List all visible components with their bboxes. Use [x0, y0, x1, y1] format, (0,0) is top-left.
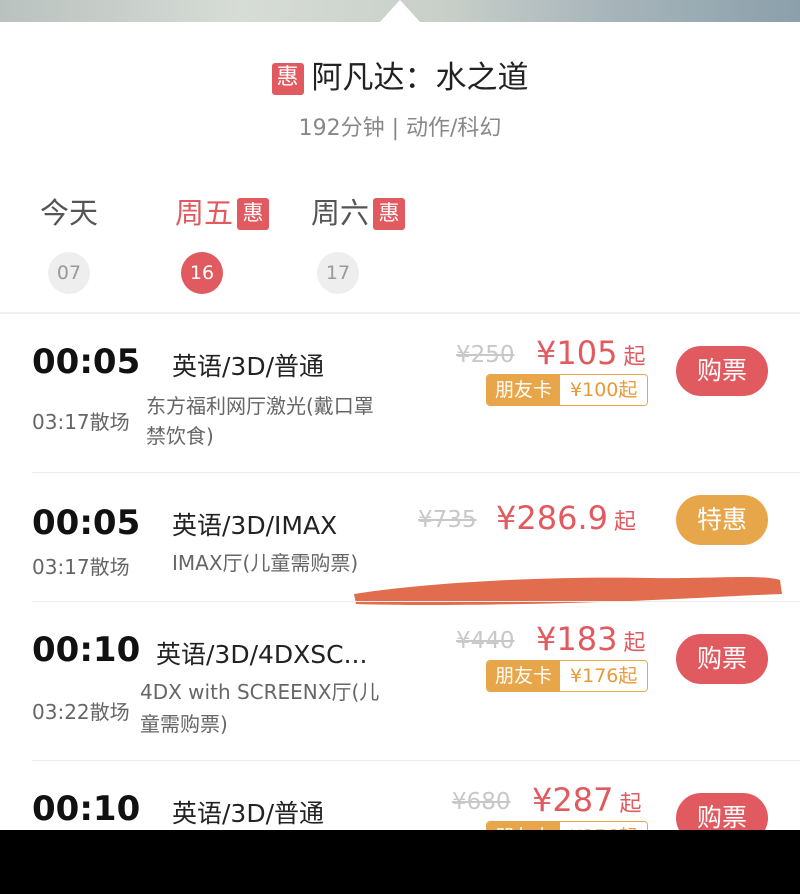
original-price: ¥680	[452, 789, 511, 815]
buy-ticket-button[interactable]: 购票	[676, 793, 768, 830]
end-time: 03:17散场	[32, 410, 130, 434]
friend-card-label: 朋友卡	[487, 375, 561, 405]
price-value: ¥286.9	[496, 499, 608, 537]
discount-badge: 惠	[237, 198, 269, 230]
friend-card-label: 朋友卡	[487, 661, 561, 691]
movie-title-text: 阿凡达：水之道	[311, 60, 529, 96]
buy-ticket-button[interactable]: 购票	[676, 634, 768, 684]
language-format: 英语/3D/普通	[172, 352, 325, 381]
hall-name-line1: 4DX with SCREENX厅(儿	[140, 680, 380, 704]
price: ¥287 起	[532, 781, 641, 819]
price-suffix: 起	[613, 510, 636, 535]
showtime-row[interactable]: 00:05 03:17散场 英语/3D/普通 东方福利网厅激光(戴口罩 禁饮食)…	[0, 314, 800, 472]
popup-notch	[380, 0, 420, 22]
friend-card-price: 朋友卡¥276起	[486, 821, 649, 830]
language-format: 英语/3D/4DXSC...	[156, 640, 368, 669]
price-suffix: 起	[623, 631, 646, 656]
date-tab-label: 周五惠	[172, 190, 272, 232]
date-tab-day: 07	[48, 252, 90, 294]
original-price: ¥440	[456, 628, 515, 654]
movie-title: 惠阿凡达：水之道	[0, 52, 800, 97]
hall-name-line2: 禁饮食)	[146, 424, 214, 448]
friend-card-value: ¥100起	[560, 375, 648, 405]
price-suffix: 起	[619, 792, 642, 817]
friend-card-price: 朋友卡 ¥100起	[486, 374, 649, 406]
start-time: 00:05	[32, 503, 141, 543]
language-format: 英语/3D/普通	[172, 799, 325, 828]
price-value: ¥287	[532, 781, 614, 819]
date-tab-day: 16	[181, 252, 223, 294]
price-suffix: 起	[623, 345, 646, 370]
friend-card-value: ¥276起	[560, 822, 648, 830]
start-time: 00:05	[32, 342, 141, 382]
start-time: 00:10	[32, 630, 141, 670]
discount-badge: 惠	[271, 63, 304, 95]
end-time: 03:22散场	[32, 700, 130, 724]
showtime-row[interactable]: 00:10 英语/3D/普通 ¥680 ¥287起 朋友卡¥276起 购票	[0, 761, 800, 830]
buy-ticket-button[interactable]: 购票	[676, 346, 768, 396]
hall-name-line1: IMAX厅(儿童需购票)	[172, 551, 359, 575]
original-price: ¥735	[418, 507, 477, 533]
friend-card-value: ¥176起	[560, 661, 648, 691]
friend-card-label: 朋友卡	[487, 822, 561, 830]
language-format: 英语/3D/IMAX	[172, 511, 338, 540]
date-tab-label: 今天	[39, 196, 98, 230]
hall-name-line2: 童需购票)	[140, 712, 228, 736]
hall-name-line1: 东方福利网厅激光(戴口罩	[146, 394, 374, 418]
date-tab-today[interactable]: 今天 07	[36, 190, 102, 294]
start-time: 00:10	[32, 789, 141, 829]
price-value: ¥105	[536, 334, 618, 372]
friend-card-price: 朋友卡 ¥176起	[486, 660, 649, 692]
price-value: ¥183	[536, 620, 618, 658]
movie-subtitle: 192分钟 | 动作/科幻	[298, 116, 502, 141]
original-price: ¥250	[456, 342, 515, 368]
date-tab-day: 17	[317, 252, 359, 294]
date-tab-label-text: 周六	[310, 196, 369, 230]
date-tab-label-text: 周五	[174, 196, 233, 230]
price: ¥105 起	[536, 334, 645, 372]
price: ¥286.9 起	[496, 499, 636, 537]
date-tab-saturday[interactable]: 周六惠 17	[308, 190, 408, 294]
showtime-row[interactable]: 00:10 03:22散场 英语/3D/4DXSC... 4DX with SC…	[0, 602, 800, 760]
bottom-black-bar	[0, 830, 800, 894]
price: ¥183 起	[536, 620, 645, 658]
discount-badge: 惠	[373, 198, 405, 230]
date-tab-label: 周六惠	[308, 190, 408, 232]
special-offer-button[interactable]: 特惠	[676, 495, 768, 545]
date-tab-friday[interactable]: 周五惠 16	[172, 190, 272, 294]
end-time: 03:17散场	[32, 555, 130, 579]
showtime-screen: 惠阿凡达：水之道 192分钟 | 动作/科幻 今天 07 周五惠 16 周六惠 …	[0, 0, 800, 830]
